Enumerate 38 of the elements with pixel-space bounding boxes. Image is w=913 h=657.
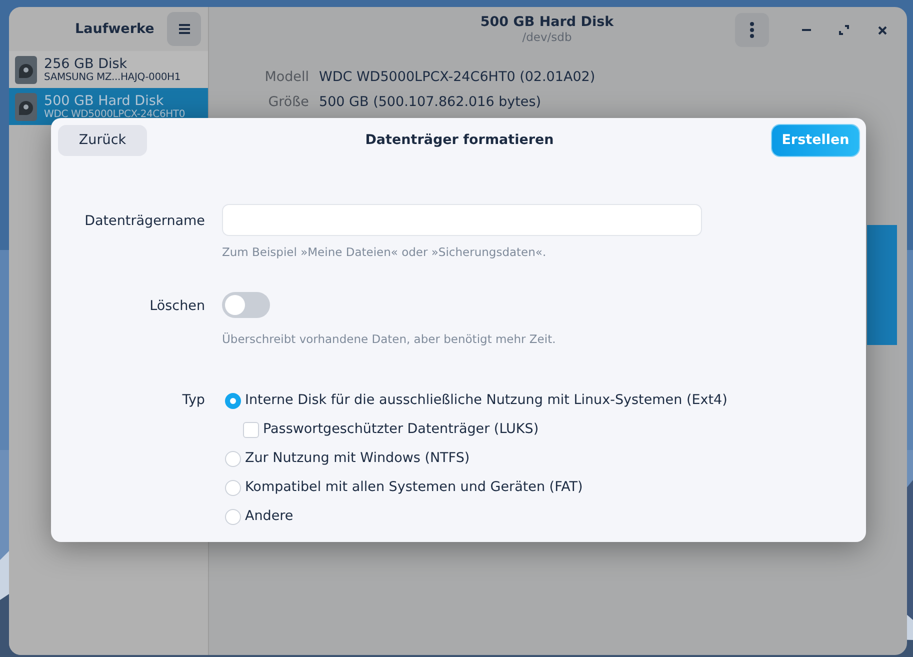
hint-text: Zum Beispiel »Meine Dateien« oder »Sicherungsdaten«. [222, 244, 548, 261]
back-button[interactable]: Zurück [58, 125, 147, 156]
radio-button[interactable] [225, 508, 241, 524]
minimize-icon [802, 29, 810, 31]
radio-button[interactable] [225, 480, 241, 496]
disk-model: WDC WD5000LPCX-24C6HT0 [44, 108, 185, 120]
window-title: 500 GB Hard Disk [479, 15, 615, 30]
menu-button[interactable] [167, 12, 201, 46]
disk-model: SAMSUNG MZ...HAJQ-000H1 [44, 72, 181, 84]
field-label: Typ [181, 391, 205, 410]
radio-button[interactable] [225, 450, 241, 466]
maximize-icon [839, 25, 849, 35]
detail-label: Größe [267, 93, 309, 112]
option-label: Andere [245, 507, 294, 526]
disk-name: 256 GB Disk [44, 56, 128, 72]
detail-label: Modell [264, 68, 309, 87]
field-label: Löschen [148, 297, 205, 316]
option-label: Kompatibel mit allen Systemen und Geräten (FAT) [245, 478, 583, 498]
option-label: Passwortgeschützter Datenträger (LUKS) [263, 420, 539, 440]
radio-button[interactable] [225, 392, 241, 408]
close-icon [878, 26, 886, 34]
dialog-title: Datenträger formatieren [365, 131, 554, 150]
input-field[interactable] [222, 204, 702, 236]
option-label: Interne Disk für die ausschließliche Nutzung mit Linux-Systemen (Ext4) [245, 391, 728, 410]
detail-value: WDC WD5000LPCX-24C6HT0 (02.01A02) [319, 68, 596, 87]
sidebar-item[interactable]: 256 GB Disk SAMSUNG MZ...HAJQ-000H1 [9, 51, 208, 88]
disk-name: 500 GB Hard Disk [44, 92, 165, 108]
checkbox[interactable] [243, 422, 259, 438]
more-button[interactable] [735, 13, 769, 47]
detail-value: 500 GB (500.107.862.016 bytes) [319, 93, 542, 112]
field-label: Datenträgername [84, 212, 205, 231]
more-icon [750, 22, 754, 38]
sidebar-title: Laufwerke [75, 20, 154, 39]
menu-icon [178, 24, 190, 34]
toggle-switch[interactable] [222, 292, 270, 318]
option-label: Zur Nutzung mit Windows (NTFS) [245, 449, 470, 468]
window-subtitle: /dev/sdb [521, 30, 573, 45]
hint-text: Überschreibt vorhandene Daten, aber benötigt mehr Zeit. [222, 330, 557, 348]
